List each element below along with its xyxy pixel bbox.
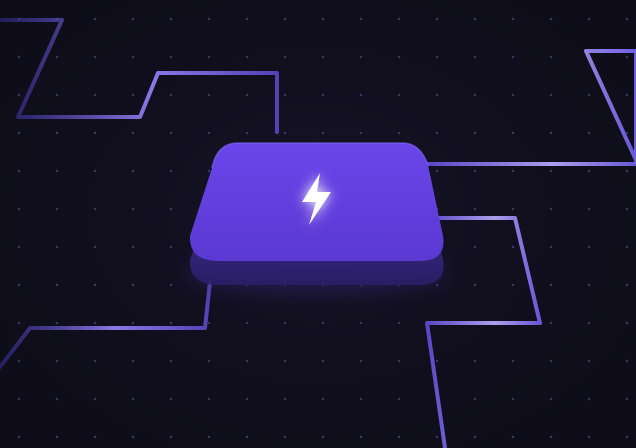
chip xyxy=(185,142,449,293)
circuit-illustration xyxy=(0,0,636,448)
hero-illustration xyxy=(0,0,636,448)
